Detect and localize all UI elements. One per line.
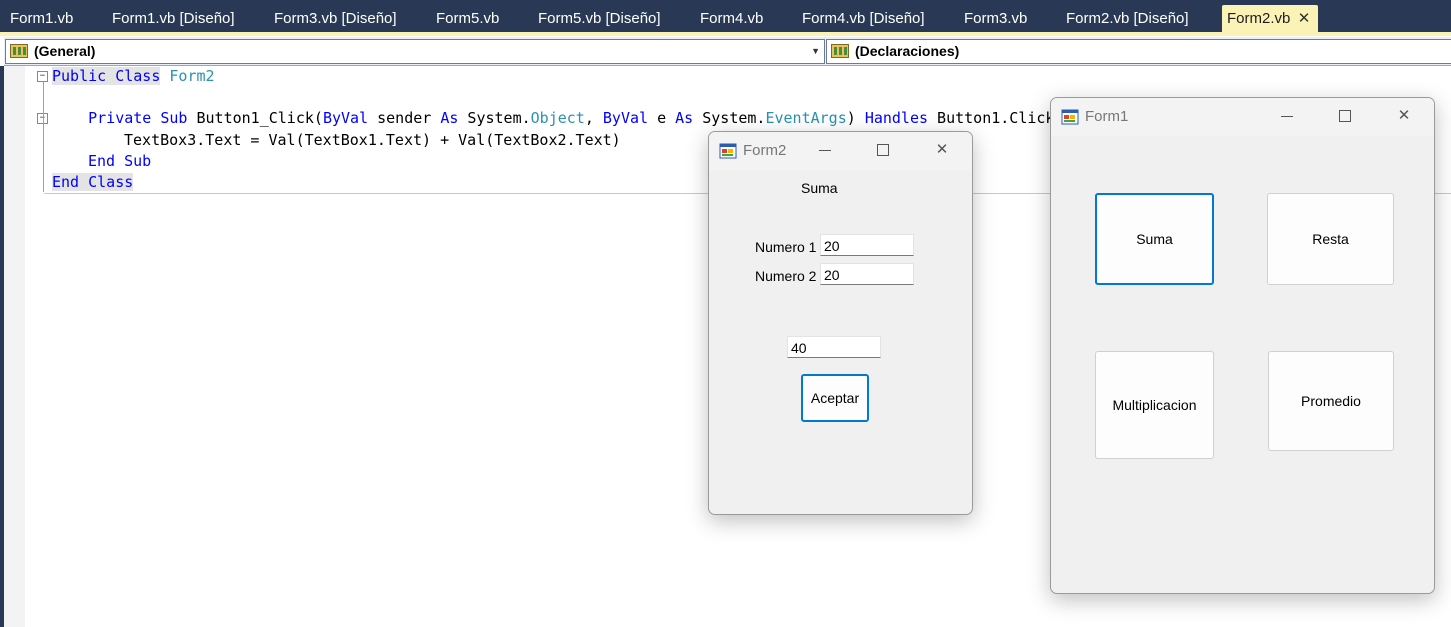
type-name: EventArgs bbox=[765, 109, 847, 127]
tab-label: Form5.vb [Diseño] bbox=[538, 10, 661, 27]
outline-line bbox=[43, 82, 44, 192]
tab-label: Form4.vb bbox=[700, 10, 764, 27]
object-combo[interactable]: (General) ▼ bbox=[5, 39, 825, 64]
keyword: End bbox=[88, 152, 116, 170]
code-navigation-bar: (General) ▼ (Declaraciones) bbox=[4, 37, 1451, 66]
button-label: Resta bbox=[1312, 231, 1349, 247]
tab-form5-design[interactable]: Form5.vb [Diseño] bbox=[538, 5, 661, 32]
type-name: Object bbox=[530, 109, 585, 127]
close-tab-icon[interactable]: ✕ bbox=[1298, 5, 1311, 32]
suma-button[interactable]: Suma bbox=[1095, 193, 1214, 285]
numero1-label: Numero 1 bbox=[755, 239, 817, 255]
button-label: Suma bbox=[1136, 231, 1173, 247]
code-line-class-declaration: Public Class Form2 bbox=[52, 66, 215, 87]
keyword: Class bbox=[88, 173, 134, 191]
keyword: Sub bbox=[160, 109, 188, 127]
tab-label: Form3.vb [Diseño] bbox=[274, 10, 397, 27]
class-icon bbox=[831, 44, 849, 58]
code-line-assignment: TextBox3.Text = Val(TextBox1.Text) + Val… bbox=[124, 131, 621, 149]
member-combo-value: (Declaraciones) bbox=[855, 43, 960, 59]
keyword: Public bbox=[52, 67, 107, 85]
class-icon bbox=[10, 44, 28, 58]
minimize-icon bbox=[1281, 115, 1293, 117]
keyword: As bbox=[675, 109, 694, 127]
promedio-button[interactable]: Promedio bbox=[1268, 351, 1394, 451]
tab-label: Form3.vb bbox=[964, 10, 1028, 27]
numero2-input[interactable]: 20 bbox=[820, 263, 914, 285]
form2-window[interactable]: Form2 ✕ Suma Numero 1 20 Numero 2 20 40 … bbox=[708, 131, 973, 515]
collapse-icon[interactable]: − bbox=[37, 71, 48, 82]
form-icon bbox=[719, 143, 737, 159]
minimize-button[interactable] bbox=[810, 138, 840, 162]
multiplicacion-button[interactable]: Multiplicacion bbox=[1095, 351, 1214, 459]
window-title: Form1 bbox=[1085, 108, 1129, 125]
tab-form5-vb[interactable]: Form5.vb bbox=[436, 5, 499, 32]
maximize-icon bbox=[877, 144, 889, 157]
code-text: System. bbox=[458, 109, 531, 127]
form1-window[interactable]: Form1 ✕ Suma Resta Multiplicacion Promed… bbox=[1050, 97, 1435, 594]
active-tab-underline bbox=[0, 32, 1451, 36]
tab-form3-vb[interactable]: Form3.vb bbox=[964, 5, 1027, 32]
code-line-sub-declaration: Private Sub Button1_Click(ByVal sender A… bbox=[52, 108, 1054, 129]
maximize-button[interactable] bbox=[1330, 104, 1360, 128]
type-name: Form2 bbox=[169, 67, 215, 85]
keyword: As bbox=[440, 109, 459, 127]
keyword: ByVal bbox=[322, 109, 369, 127]
button-label: Promedio bbox=[1301, 393, 1361, 409]
keyword: ByVal bbox=[602, 109, 649, 127]
tab-label: Form2.vb [Diseño] bbox=[1066, 10, 1189, 27]
tab-label: Form5.vb bbox=[436, 10, 500, 27]
maximize-button[interactable] bbox=[868, 138, 898, 162]
code-text: e bbox=[648, 109, 676, 127]
keyword: Class bbox=[115, 67, 161, 85]
code-text: Button1_Click( bbox=[187, 109, 323, 127]
heading-label: Suma bbox=[801, 180, 838, 196]
code-text: System. bbox=[693, 109, 766, 127]
keyword: Sub bbox=[124, 152, 152, 170]
minimize-icon bbox=[819, 149, 831, 151]
tab-label: Form1.vb [Diseño] bbox=[112, 10, 235, 27]
code-line-end-sub: End Sub bbox=[88, 151, 151, 172]
tab-label: Form2.vb bbox=[1227, 10, 1291, 27]
keyword: End bbox=[52, 173, 80, 191]
tab-form2-design[interactable]: Form2.vb [Diseño] bbox=[1066, 5, 1189, 32]
minimize-button[interactable] bbox=[1272, 104, 1302, 128]
aceptar-button[interactable]: Aceptar bbox=[801, 374, 869, 422]
code-line-end-class: End Class bbox=[52, 172, 134, 193]
resta-button[interactable]: Resta bbox=[1267, 193, 1394, 285]
editor-gutter bbox=[4, 66, 25, 627]
numero1-input[interactable]: 20 bbox=[820, 234, 914, 256]
window-title: Form2 bbox=[743, 142, 787, 159]
tab-label: Form1.vb bbox=[10, 10, 74, 27]
tab-form1-design[interactable]: Form1.vb [Diseño] bbox=[112, 5, 235, 32]
chevron-down-icon[interactable]: ▼ bbox=[811, 40, 820, 63]
tab-form4-design[interactable]: Form4.vb [Diseño] bbox=[802, 5, 925, 32]
numero2-label: Numero 2 bbox=[755, 268, 817, 284]
tab-form3-design[interactable]: Form3.vb [Diseño] bbox=[274, 5, 397, 32]
object-combo-value: (General) bbox=[34, 43, 96, 59]
code-text: ) bbox=[846, 109, 865, 127]
tab-form2-vb[interactable]: Form2.vb ✕ bbox=[1222, 5, 1319, 32]
document-tab-strip: Form1.vb Form1.vb [Diseño] Form3.vb [Dis… bbox=[0, 0, 1451, 33]
tab-form4-vb[interactable]: Form4.vb bbox=[700, 5, 763, 32]
close-icon: ✕ bbox=[935, 141, 949, 158]
member-combo[interactable]: (Declaraciones) bbox=[826, 39, 1451, 64]
button-label: Aceptar bbox=[810, 390, 860, 406]
button-label: Multiplicacion bbox=[1112, 397, 1197, 413]
form1-title-bar[interactable]: Form1 ✕ bbox=[1051, 98, 1434, 136]
close-button[interactable]: ✕ bbox=[927, 138, 957, 162]
close-icon: ✕ bbox=[1397, 107, 1411, 124]
keyword: Private bbox=[88, 109, 152, 127]
form2-title-bar[interactable]: Form2 ✕ bbox=[709, 132, 972, 170]
result-input[interactable]: 40 bbox=[787, 336, 881, 358]
code-text: , bbox=[584, 109, 603, 127]
form-icon bbox=[1061, 109, 1079, 125]
code-text: Button1.Click bbox=[928, 109, 1055, 127]
tab-form1-vb[interactable]: Form1.vb bbox=[10, 5, 73, 32]
code-text: sender bbox=[368, 109, 441, 127]
maximize-icon bbox=[1339, 110, 1351, 123]
tab-label: Form4.vb [Diseño] bbox=[802, 10, 925, 27]
close-button[interactable]: ✕ bbox=[1389, 104, 1419, 128]
keyword: Handles bbox=[864, 109, 929, 127]
